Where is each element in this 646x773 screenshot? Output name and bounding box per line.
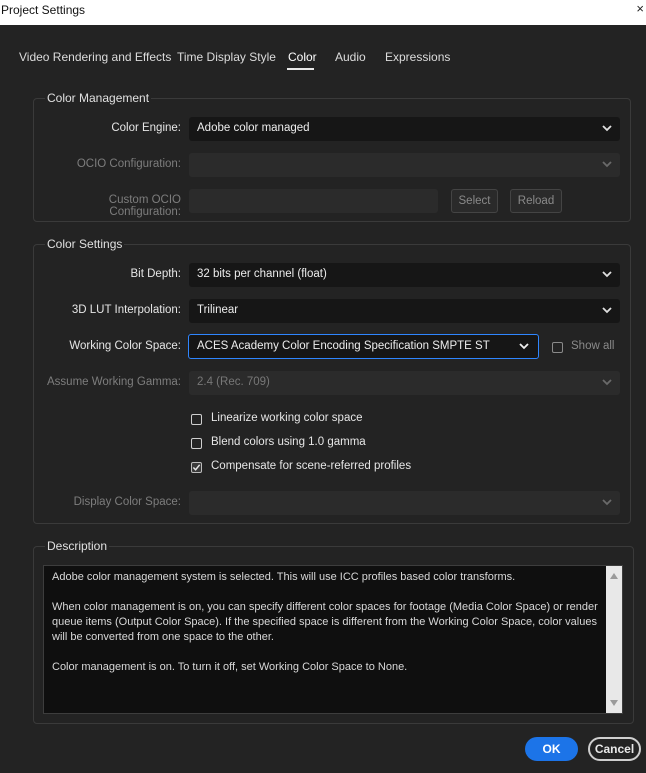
chevron-down-icon xyxy=(602,125,612,132)
display-color-space-dropdown[interactable] xyxy=(189,491,620,515)
bit-depth-dropdown[interactable]: 32 bits per channel (float) xyxy=(189,263,620,287)
chevron-down-icon xyxy=(602,161,612,168)
select-button[interactable]: Select xyxy=(451,189,498,213)
show-all-label: Show all xyxy=(571,340,615,352)
scroll-down-icon[interactable] xyxy=(609,698,619,708)
assume-working-gamma-dropdown[interactable]: 2.4 (Rec. 709) xyxy=(189,371,620,395)
tab-audio[interactable]: Audio xyxy=(335,50,366,64)
description-paragraph-2-line-3: will be converted from one space to the … xyxy=(52,631,274,643)
scroll-up-icon[interactable] xyxy=(609,571,619,581)
blend-colors-label: Blend colors using 1.0 gamma xyxy=(211,436,366,448)
window-title: Project Settings xyxy=(1,3,86,17)
description-paragraph-2-line-1: When color management is on, you can spe… xyxy=(52,601,598,613)
compensate-checkbox[interactable] xyxy=(191,462,202,473)
chevron-down-icon xyxy=(602,379,612,386)
description-title: Description xyxy=(45,539,110,553)
color-engine-value: Adobe color managed xyxy=(197,122,310,134)
lut-interpolation-dropdown[interactable]: Trilinear xyxy=(189,299,620,323)
chevron-down-icon xyxy=(602,271,612,278)
color-engine-dropdown[interactable]: Adobe color managed xyxy=(189,117,620,141)
linearize-label: Linearize working color space xyxy=(211,412,363,424)
bit-depth-label: Bit Depth: xyxy=(130,268,182,280)
title-bar: Project Settings × xyxy=(0,0,646,25)
ok-button[interactable]: OK xyxy=(525,737,578,761)
description-paragraph-3: Color management is on. To turn it off, … xyxy=(52,661,408,673)
lut-interpolation-value: Trilinear xyxy=(197,304,239,316)
display-color-space-label: Display Color Space: xyxy=(73,496,181,508)
blend-colors-checkbox[interactable] xyxy=(191,438,202,449)
tab-video-rendering[interactable]: Video Rendering and Effects xyxy=(19,50,171,64)
linearize-checkbox[interactable] xyxy=(191,414,202,425)
color-engine-label: Color Engine: xyxy=(111,122,181,134)
tab-time-display-style[interactable]: Time Display Style xyxy=(177,50,276,64)
cancel-button[interactable]: Cancel xyxy=(588,737,641,761)
compensate-label: Compensate for scene-referred profiles xyxy=(211,460,412,472)
description-textbox[interactable]: Adobe color management system is selecte… xyxy=(43,565,623,714)
chevron-down-icon xyxy=(519,343,529,350)
reload-button[interactable]: Reload xyxy=(510,189,562,213)
lut-interpolation-label: 3D LUT Interpolation: xyxy=(71,304,181,316)
tab-expressions[interactable]: Expressions xyxy=(385,50,450,64)
working-color-space-value: ACES Academy Color Encoding Specificatio… xyxy=(197,340,490,352)
ocio-configuration-dropdown[interactable] xyxy=(189,153,620,177)
working-color-space-label: Working Color Space: xyxy=(69,340,181,352)
custom-ocio-field[interactable] xyxy=(189,189,438,213)
description-paragraph-2-line-2: queue items (Output Color Space). If the… xyxy=(52,616,597,628)
check-icon xyxy=(192,463,200,471)
color-management-title: Color Management xyxy=(45,91,152,105)
assume-working-gamma-value: 2.4 (Rec. 709) xyxy=(197,376,270,388)
description-paragraph-1: Adobe color management system is selecte… xyxy=(52,571,516,583)
bit-depth-value: 32 bits per channel (float) xyxy=(197,268,327,280)
color-settings-title: Color Settings xyxy=(45,237,125,251)
description-scrollbar[interactable] xyxy=(606,566,622,713)
custom-ocio-label: Custom OCIO Configuration: xyxy=(108,194,181,218)
chevron-down-icon xyxy=(602,499,612,506)
close-icon[interactable]: × xyxy=(636,2,644,15)
assume-working-gamma-label: Assume Working Gamma: xyxy=(47,376,181,388)
tab-color[interactable]: Color xyxy=(288,50,317,64)
active-tab-indicator xyxy=(287,68,314,70)
working-color-space-dropdown[interactable]: ACES Academy Color Encoding Specificatio… xyxy=(188,334,539,359)
chevron-down-icon xyxy=(602,307,612,314)
ocio-configuration-label: OCIO Configuration: xyxy=(76,158,181,170)
show-all-checkbox[interactable] xyxy=(552,342,563,353)
